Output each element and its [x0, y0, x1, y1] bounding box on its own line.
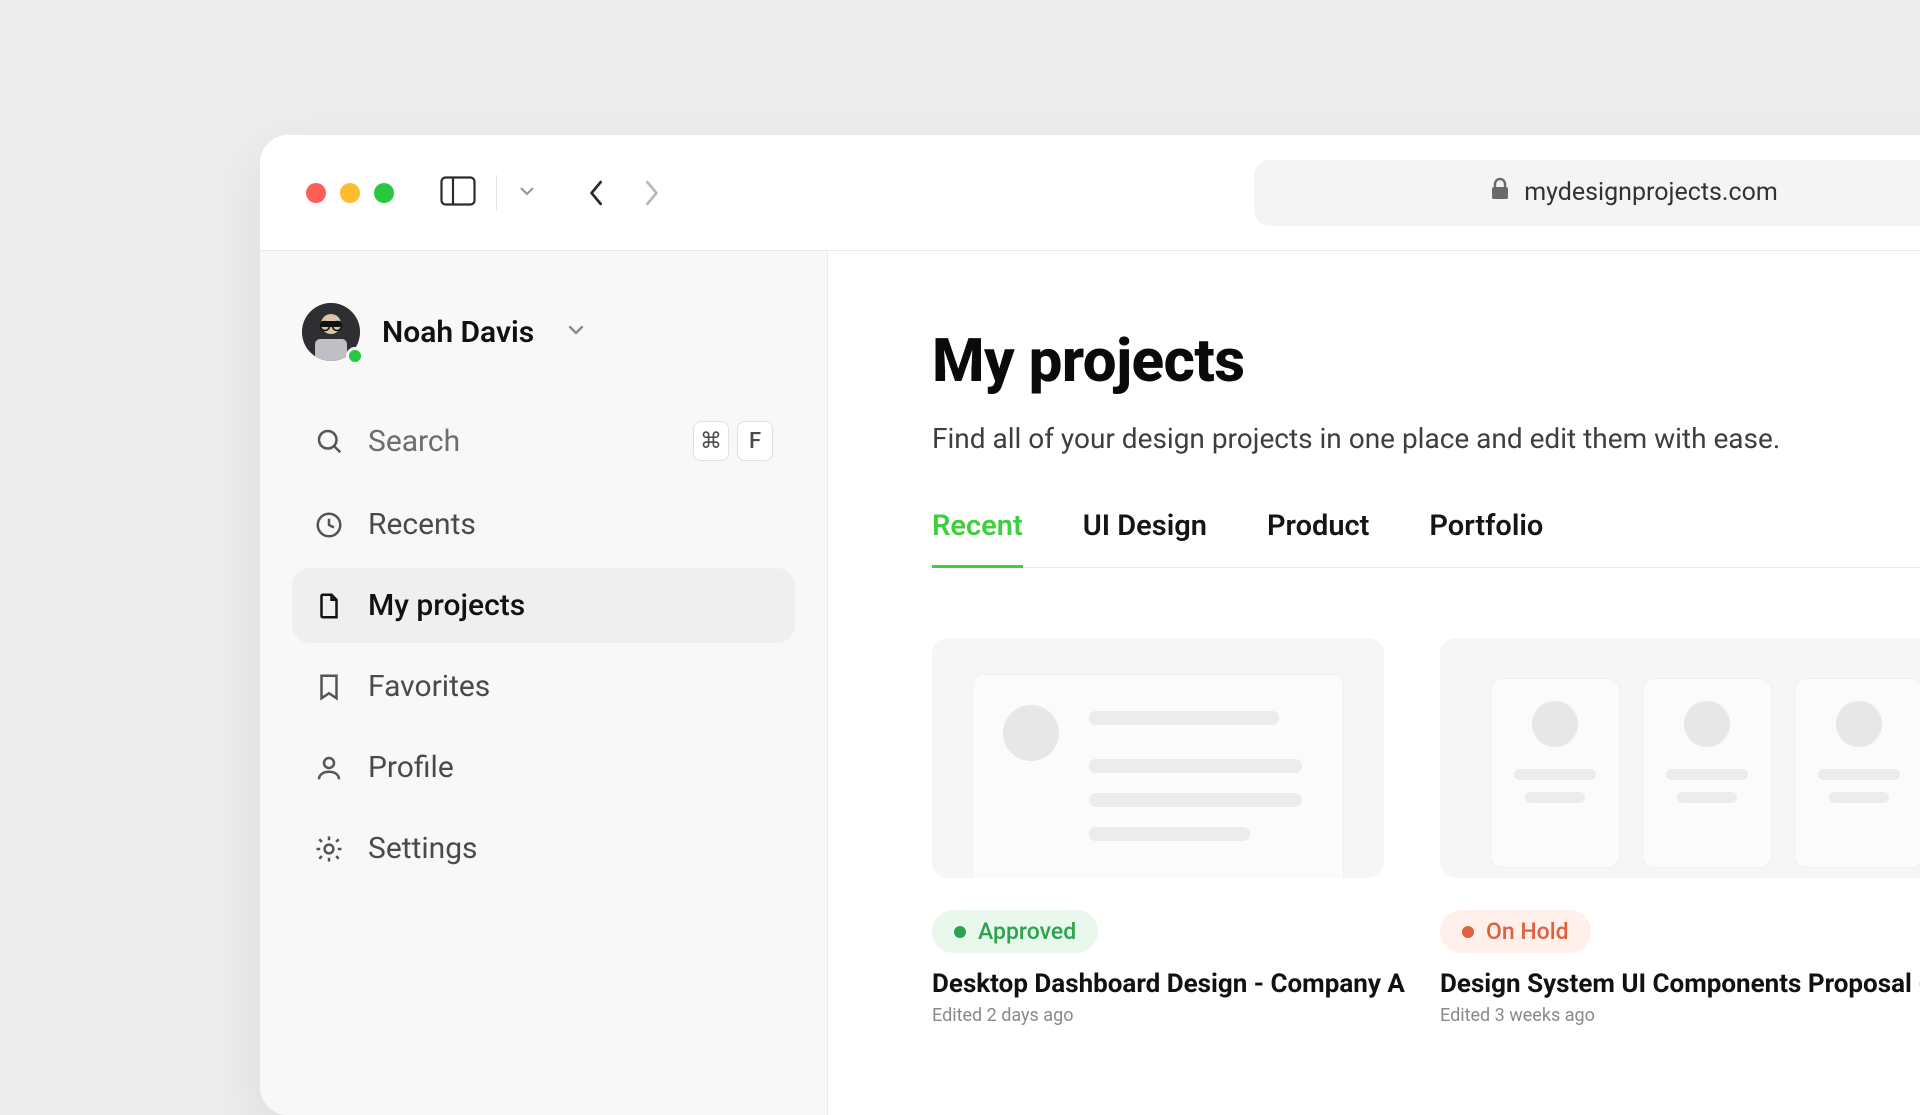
status-label: Approved — [978, 918, 1076, 945]
sidebar-item-favorites[interactable]: Favorites — [292, 649, 795, 724]
maximize-window-button[interactable] — [374, 183, 394, 203]
address-bar[interactable]: mydesignprojects.com — [1254, 160, 1920, 226]
sidebar-item-my-projects[interactable]: My projects — [292, 568, 795, 643]
status-badge: Approved — [932, 910, 1098, 953]
search-icon — [314, 426, 344, 456]
clock-icon — [314, 510, 344, 540]
presence-online-indicator — [346, 347, 364, 365]
sidebar-toggle-icon[interactable] — [440, 176, 476, 210]
sidebar-item-label: Favorites — [368, 669, 773, 704]
sidebar-item-label: Recents — [368, 507, 773, 542]
tab-recent[interactable]: Recent — [932, 509, 1023, 568]
sidebar-item-label: My projects — [368, 588, 773, 623]
project-title: Desktop Dashboard Design - Company A — [932, 969, 1384, 999]
sidebar-item-label: Search — [368, 424, 669, 459]
sidebar-item-label: Profile — [368, 750, 773, 785]
main-content: My projects Find all of your design proj… — [828, 251, 1920, 1115]
status-badge: On Hold — [1440, 910, 1591, 953]
tab-portfolio[interactable]: Portfolio — [1429, 509, 1543, 567]
page-title: My projects — [932, 325, 1920, 396]
project-card[interactable]: Approved Desktop Dashboard Design - Comp… — [932, 638, 1384, 1026]
profile-name: Noah Davis — [382, 315, 534, 350]
project-list: Approved Desktop Dashboard Design - Comp… — [932, 638, 1920, 1026]
project-tabs: Recent UI Design Product Portfolio — [932, 509, 1920, 568]
sidebar-item-label: Settings — [368, 831, 773, 866]
status-dot-icon — [1462, 926, 1474, 938]
toolbar-left — [440, 175, 537, 211]
chevron-down-icon[interactable] — [517, 181, 537, 205]
address-text: mydesignprojects.com — [1524, 178, 1778, 207]
project-meta: Edited 3 weeks ago — [1440, 1005, 1920, 1026]
window-controls — [306, 183, 394, 203]
lock-icon — [1490, 177, 1510, 208]
project-meta: Edited 2 days ago — [932, 1005, 1384, 1026]
back-button[interactable] — [587, 175, 607, 211]
toolbar-divider — [496, 175, 497, 211]
sidebar-item-profile[interactable]: Profile — [292, 730, 795, 805]
tab-product[interactable]: Product — [1267, 509, 1369, 567]
avatar — [302, 303, 360, 361]
sidebar-item-search[interactable]: Search ⌘ F — [292, 401, 795, 481]
minimize-window-button[interactable] — [340, 183, 360, 203]
gear-icon — [314, 834, 344, 864]
sidebar-item-recents[interactable]: Recents — [292, 487, 795, 562]
status-label: On Hold — [1486, 918, 1569, 945]
profile-menu[interactable]: Noah Davis — [292, 299, 795, 387]
project-title: Design System UI Components Proposal - C — [1440, 969, 1920, 999]
kbd-cmd: ⌘ — [693, 421, 729, 461]
tab-ui-design[interactable]: UI Design — [1083, 509, 1207, 567]
document-icon — [314, 591, 344, 621]
user-icon — [314, 753, 344, 783]
close-window-button[interactable] — [306, 183, 326, 203]
project-thumbnail — [932, 638, 1384, 878]
search-shortcut: ⌘ F — [693, 421, 773, 461]
project-card[interactable]: On Hold Design System UI Components Prop… — [1440, 638, 1920, 1026]
sidebar: Noah Davis Search ⌘ F — [260, 251, 828, 1115]
bookmark-icon — [314, 672, 344, 702]
navigation-arrows — [587, 175, 661, 211]
sidebar-nav: Search ⌘ F Recents My proj — [292, 401, 795, 886]
kbd-f: F — [737, 421, 773, 461]
titlebar: mydesignprojects.com — [260, 135, 1920, 251]
project-thumbnail — [1440, 638, 1920, 878]
status-dot-icon — [954, 926, 966, 938]
app-window: mydesignprojects.com — [260, 135, 1920, 1115]
forward-button[interactable] — [641, 175, 661, 211]
sidebar-item-settings[interactable]: Settings — [292, 811, 795, 886]
chevron-down-icon — [564, 318, 588, 346]
page-subtitle: Find all of your design projects in one … — [932, 422, 1920, 455]
